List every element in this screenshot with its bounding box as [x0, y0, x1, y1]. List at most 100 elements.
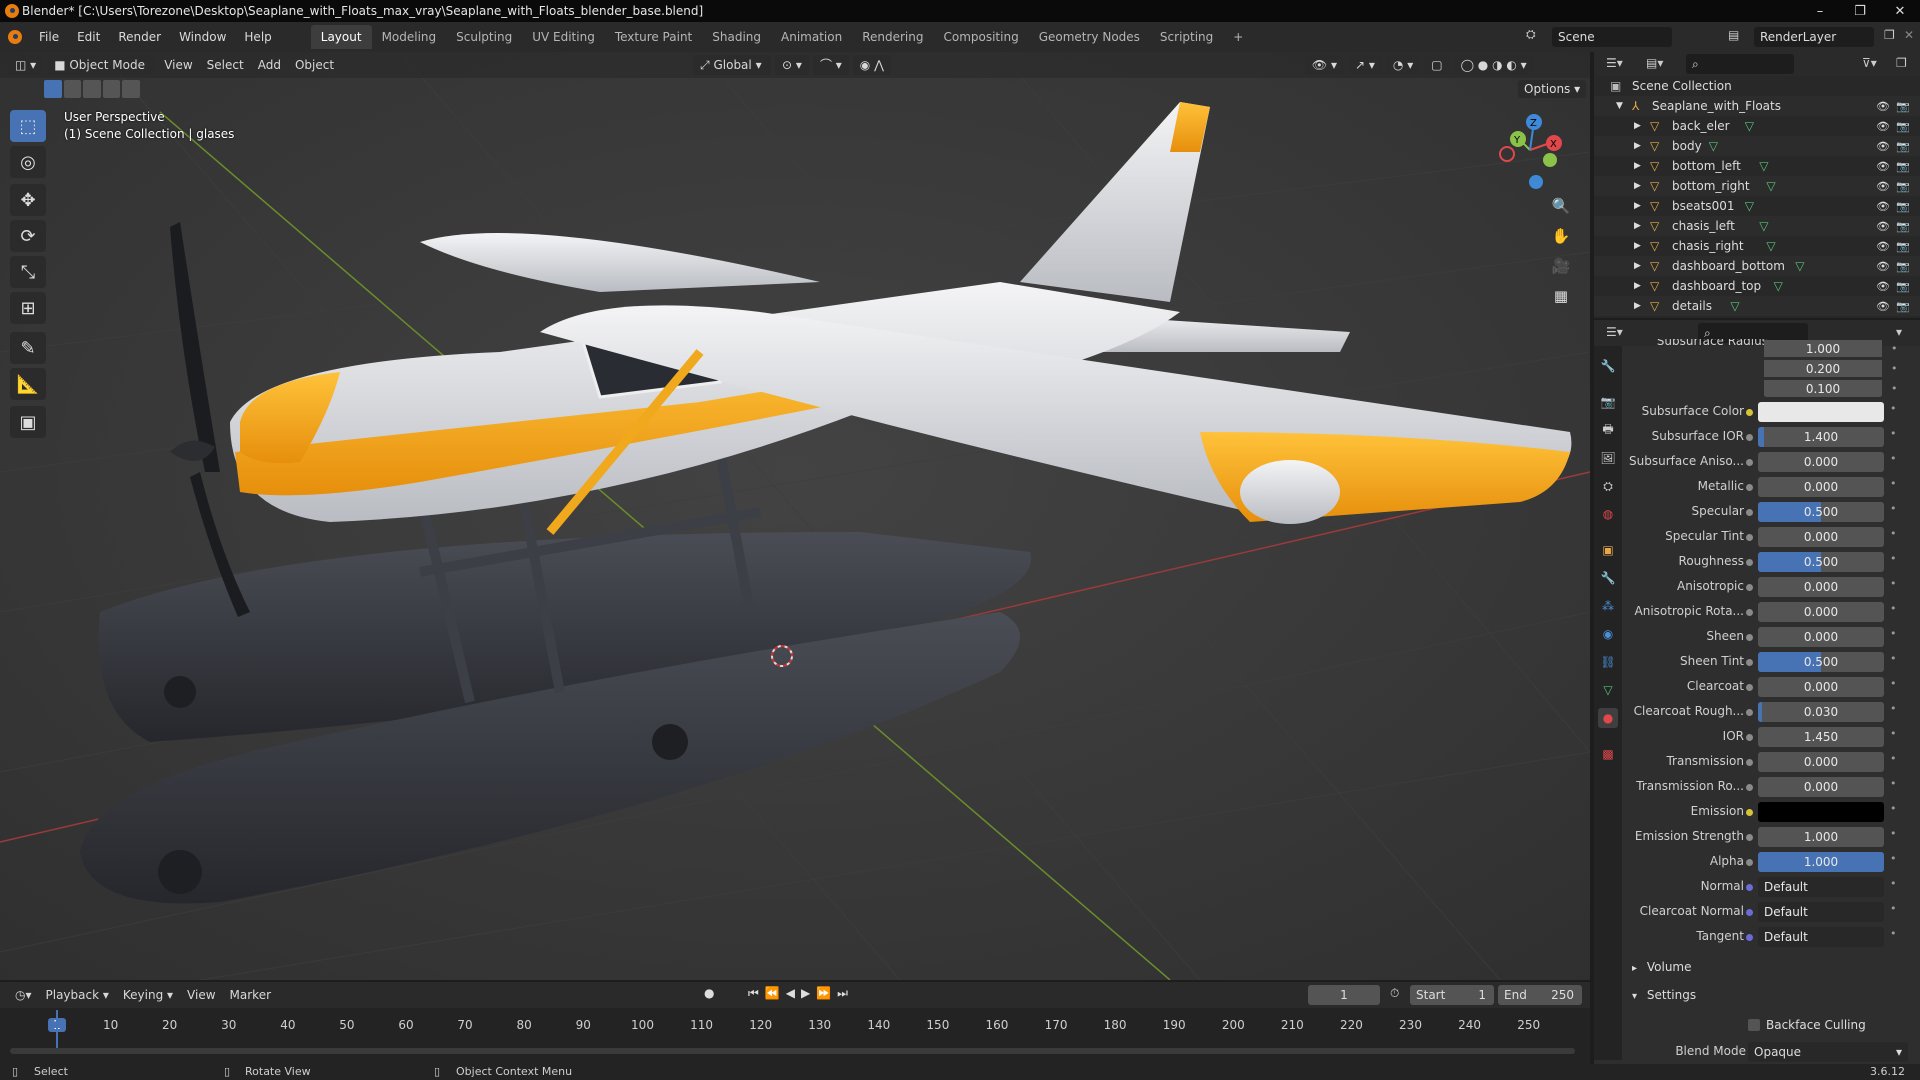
socket-dot-icon[interactable]: [1746, 784, 1753, 791]
animate-property-icon[interactable]: •: [1891, 382, 1898, 395]
properties-options-icon[interactable]: ▾: [1896, 325, 1902, 339]
constraints-tab-icon[interactable]: ⛓: [1598, 652, 1618, 672]
xray-icon[interactable]: ▢: [1424, 55, 1450, 75]
socket-dot-icon[interactable]: [1746, 709, 1753, 716]
expand-arrow-icon[interactable]: ▶: [1634, 241, 1641, 251]
animate-property-icon[interactable]: •: [1890, 752, 1897, 765]
outliner-search-input[interactable]: ⌕: [1686, 54, 1794, 74]
animate-property-icon[interactable]: •: [1890, 802, 1897, 815]
animate-property-icon[interactable]: •: [1890, 552, 1897, 565]
input-link-field[interactable]: Default: [1758, 927, 1884, 947]
mesh-data-icon[interactable]: ▽: [1766, 239, 1775, 253]
socket-dot-icon[interactable]: [1746, 759, 1753, 766]
material-tab-icon[interactable]: ●: [1598, 708, 1618, 728]
tab-scripting[interactable]: Scripting: [1150, 25, 1223, 49]
output-tab-icon[interactable]: 🖶: [1598, 420, 1618, 440]
outliner-editor-icon[interactable]: ☰▾: [1606, 56, 1623, 70]
measure-tool-icon[interactable]: 📐: [10, 368, 46, 400]
menu-add[interactable]: Add: [251, 55, 288, 75]
animate-property-icon[interactable]: •: [1890, 777, 1897, 790]
animate-property-icon[interactable]: •: [1890, 852, 1897, 865]
expand-arrow-icon[interactable]: ▶: [1634, 201, 1641, 211]
close-button[interactable]: ✕: [1880, 0, 1920, 22]
animate-property-icon[interactable]: •: [1890, 677, 1897, 690]
animate-property-icon[interactable]: •: [1891, 362, 1898, 375]
animate-property-icon[interactable]: •: [1890, 577, 1897, 590]
value-slider[interactable]: 1.450: [1758, 727, 1884, 747]
input-link-field[interactable]: Default: [1758, 877, 1884, 897]
world-tab-icon[interactable]: ◍: [1598, 504, 1618, 524]
mesh-data-icon[interactable]: ▽: [1709, 139, 1718, 153]
subsurface-radius-field[interactable]: 1.000: [1764, 340, 1882, 358]
tab-modeling[interactable]: Modeling: [372, 25, 447, 49]
new-view-layer-icon[interactable]: ❐: [1884, 28, 1895, 42]
menu-timeline-view[interactable]: View: [180, 985, 222, 1005]
scale-tool-icon[interactable]: ⤡: [10, 256, 46, 288]
value-slider[interactable]: 0.500: [1758, 652, 1884, 672]
animate-property-icon[interactable]: •: [1890, 602, 1897, 615]
socket-dot-icon[interactable]: [1746, 684, 1753, 691]
mesh-data-icon[interactable]: ▽: [1745, 119, 1754, 133]
menu-object[interactable]: Object: [288, 55, 341, 75]
menu-select[interactable]: Select: [200, 55, 251, 75]
menu-playback[interactable]: Playback ▾: [39, 985, 116, 1005]
value-slider[interactable]: 0.000: [1758, 677, 1884, 697]
cursor-tool-icon[interactable]: ◎: [10, 146, 46, 178]
visibility-eye-icon[interactable]: 👁: [1876, 280, 1890, 293]
visibility-eye-icon[interactable]: 👁: [1876, 300, 1890, 313]
visibility-eye-icon[interactable]: 👁: [1876, 140, 1890, 153]
menu-view[interactable]: View: [157, 55, 199, 75]
tab-uv-editing[interactable]: UV Editing: [522, 25, 605, 49]
render-camera-icon[interactable]: 📷: [1896, 180, 1910, 193]
animate-property-icon[interactable]: •: [1890, 927, 1897, 940]
annotate-tool-icon[interactable]: ✎: [10, 332, 46, 364]
render-camera-icon[interactable]: 📷: [1896, 240, 1910, 253]
render-camera-icon[interactable]: 📷: [1896, 300, 1910, 313]
outliner-row-object[interactable]: ▶ ▽ bseats001 ▽ 👁 📷: [1594, 196, 1920, 216]
transform-tool-icon[interactable]: ⊞: [10, 292, 46, 324]
socket-dot-icon[interactable]: [1746, 509, 1753, 516]
tab-animation[interactable]: Animation: [771, 25, 852, 49]
expand-arrow-icon[interactable]: ▶: [1634, 161, 1641, 171]
outliner-row-collection[interactable]: ▼ ⅄ Seaplane_with_Floats 👁 📷: [1594, 96, 1920, 116]
options-button[interactable]: Options ▾: [1518, 80, 1587, 98]
outliner-row-object[interactable]: ▶ ▽ details ▽ 👁 📷: [1594, 296, 1920, 316]
visibility-eye-icon[interactable]: 👁: [1876, 200, 1890, 213]
expand-arrow-icon[interactable]: ▶: [1634, 121, 1641, 131]
animate-property-icon[interactable]: •: [1890, 427, 1897, 440]
rotate-tool-icon[interactable]: ⟳: [10, 220, 46, 252]
modifier-tab-icon[interactable]: 🔧: [1598, 568, 1618, 588]
socket-dot-icon[interactable]: [1746, 459, 1753, 466]
visibility-eye-icon[interactable]: 👁: [1876, 100, 1890, 113]
mesh-data-icon[interactable]: ▽: [1759, 219, 1768, 233]
animate-property-icon[interactable]: •: [1891, 342, 1898, 355]
socket-dot-icon[interactable]: [1746, 884, 1753, 891]
current-frame-field[interactable]: 1: [1308, 985, 1380, 1005]
animate-property-icon[interactable]: •: [1890, 502, 1897, 515]
select-extend-icon[interactable]: [63, 80, 82, 98]
socket-dot-icon[interactable]: [1746, 609, 1753, 616]
mesh-data-icon[interactable]: ▽: [1766, 179, 1775, 193]
3d-viewport[interactable]: [0, 52, 1590, 980]
input-link-field[interactable]: Default: [1758, 902, 1884, 922]
outliner-row-object[interactable]: ▶ ▽ chasis_left ▽ 👁 📷: [1594, 216, 1920, 236]
properties-editor-icon[interactable]: ☰▾: [1606, 325, 1623, 339]
object-tab-icon[interactable]: ▣: [1598, 540, 1618, 560]
scene-tab-icon[interactable]: ⛭: [1598, 476, 1618, 496]
restore-button[interactable]: ❐: [1840, 0, 1880, 22]
playback-controls-icon[interactable]: ⏮⏪◀▶⏩⏭: [748, 986, 854, 1001]
render-camera-icon[interactable]: 📷: [1896, 160, 1910, 173]
outliner-row-object[interactable]: ▶ ▽ back_eler ▽ 👁 📷: [1594, 116, 1920, 136]
select-new-icon[interactable]: [44, 80, 62, 98]
value-slider[interactable]: 0.000: [1758, 477, 1884, 497]
add-cube-tool-icon[interactable]: ▣: [10, 406, 46, 438]
animate-property-icon[interactable]: •: [1890, 627, 1897, 640]
mesh-data-icon[interactable]: ▽: [1730, 299, 1739, 313]
view-layer-selector[interactable]: RenderLayer: [1754, 27, 1874, 47]
zoom-icon[interactable]: 🔍: [1548, 193, 1574, 219]
render-camera-icon[interactable]: 📷: [1896, 280, 1910, 293]
blender-menu-icon[interactable]: [0, 22, 30, 52]
render-camera-icon[interactable]: 📷: [1896, 100, 1910, 113]
menu-keying[interactable]: Keying ▾: [116, 985, 180, 1005]
tab-sculpting[interactable]: Sculpting: [446, 25, 522, 49]
